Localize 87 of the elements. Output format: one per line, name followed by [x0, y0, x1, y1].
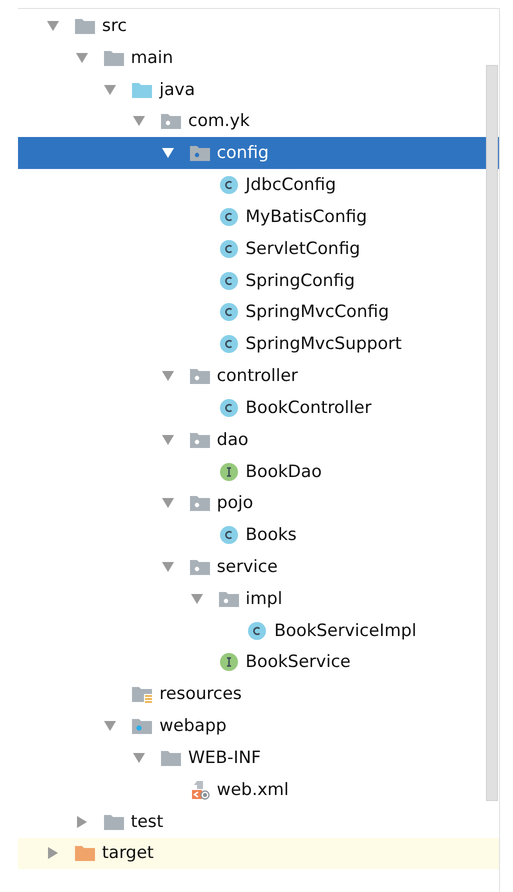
interface-icon — [218, 652, 240, 672]
item-label: com.yk — [188, 110, 250, 132]
class-icon — [218, 398, 240, 418]
item-label: config — [216, 142, 269, 164]
resources-folder-icon — [131, 684, 154, 704]
package-folder-icon — [188, 143, 211, 164]
tree-item[interactable]: JdbcConfig — [18, 169, 499, 201]
web-folder-icon — [131, 716, 154, 736]
folder-icon — [74, 843, 96, 864]
item-label: MyBatisConfig — [246, 206, 368, 228]
tree-item[interactable]: resources — [18, 678, 499, 710]
tree-item[interactable]: BookDao — [18, 456, 499, 488]
item-label: src — [102, 14, 127, 37]
class-icon — [218, 302, 240, 322]
item-label: BookServiceImpl — [274, 620, 416, 642]
tree-item[interactable]: config — [18, 137, 499, 170]
class-icon — [246, 620, 268, 641]
item-label: ServletConfig — [246, 238, 360, 260]
expanded-arrow-icon[interactable] — [160, 369, 175, 384]
expanded-arrow-icon[interactable] — [160, 146, 175, 160]
item-label: dao — [216, 428, 248, 451]
tree-item[interactable]: service — [18, 551, 499, 583]
tree-item[interactable]: pojo — [18, 487, 499, 520]
expanded-arrow-icon[interactable] — [132, 114, 146, 128]
item-label: Books — [246, 524, 297, 546]
item-label: web.xml — [216, 778, 289, 801]
tree-item[interactable]: SpringMvcSupport — [18, 328, 499, 360]
class-icon — [218, 175, 240, 196]
tree-item[interactable]: Books — [18, 519, 499, 552]
tree-item[interactable]: webapp — [18, 710, 499, 742]
tree-item[interactable]: MyBatisConfig — [18, 200, 499, 233]
expanded-arrow-icon[interactable] — [74, 50, 89, 65]
item-label: impl — [246, 588, 282, 610]
tree-item[interactable]: BookController — [18, 392, 499, 424]
item-label: target — [102, 842, 154, 864]
tree-item[interactable]: SpringMvcConfig — [18, 296, 499, 328]
tree-item[interactable]: main — [18, 42, 499, 74]
item-label: pojo — [216, 492, 254, 514]
expanded-arrow-icon[interactable] — [190, 592, 204, 606]
collapsed-arrow-icon[interactable] — [46, 846, 60, 860]
tree-item[interactable]: BookServiceImpl — [18, 614, 499, 647]
expanded-arrow-icon[interactable] — [103, 719, 118, 734]
tree-item[interactable]: test — [18, 806, 499, 838]
class-icon — [218, 270, 240, 291]
tree-item[interactable]: target — [18, 838, 499, 870]
tree-item[interactable]: dao — [18, 424, 499, 456]
item-label: SpringMvcSupport — [246, 333, 402, 356]
scrollbar[interactable] — [486, 65, 498, 801]
item-label: controller — [216, 365, 298, 388]
item-label: main — [130, 46, 174, 69]
expanded-arrow-icon[interactable] — [160, 496, 175, 510]
tree-item[interactable]: controller — [18, 360, 499, 392]
item-label: BookController — [246, 396, 372, 419]
tree-item[interactable]: WEB-INF — [18, 742, 499, 774]
package-folder-icon — [160, 111, 182, 132]
tree-item[interactable]: impl — [18, 582, 499, 615]
class-icon — [218, 525, 240, 546]
item-label: SpringMvcConfig — [246, 301, 389, 324]
tree-item[interactable]: src — [18, 10, 499, 42]
class-icon — [218, 206, 240, 227]
item-label: resources — [159, 683, 242, 706]
collapsed-arrow-icon[interactable] — [74, 814, 89, 829]
expanded-arrow-icon[interactable] — [160, 560, 175, 574]
tree-item[interactable]: web.xml — [18, 774, 499, 806]
item-label: BookService — [246, 651, 351, 674]
class-icon — [218, 334, 240, 354]
item-label: java — [159, 78, 196, 101]
package-folder-icon — [188, 493, 211, 514]
expanded-arrow-icon[interactable] — [46, 18, 60, 33]
item-label: test — [130, 810, 164, 833]
tree-item[interactable]: BookService — [18, 646, 499, 678]
interface-icon — [218, 462, 240, 482]
item-label: service — [216, 556, 278, 578]
item-label: SpringConfig — [246, 270, 355, 292]
expanded-arrow-icon[interactable] — [160, 432, 175, 447]
item-label: JdbcConfig — [246, 174, 336, 196]
item-label: webapp — [159, 715, 227, 738]
expanded-arrow-icon[interactable] — [103, 82, 118, 97]
tree-item[interactable]: com.yk — [18, 105, 499, 138]
expanded-arrow-icon[interactable] — [132, 750, 146, 765]
tree-item[interactable]: SpringConfig — [18, 264, 499, 296]
package-folder-icon — [188, 366, 211, 386]
tree-item[interactable]: java — [18, 74, 499, 106]
item-label: BookDao — [246, 460, 322, 482]
tree-item[interactable]: ServletConfig — [18, 232, 499, 265]
class-icon — [218, 238, 240, 259]
item-label: WEB-INF — [188, 746, 261, 769]
